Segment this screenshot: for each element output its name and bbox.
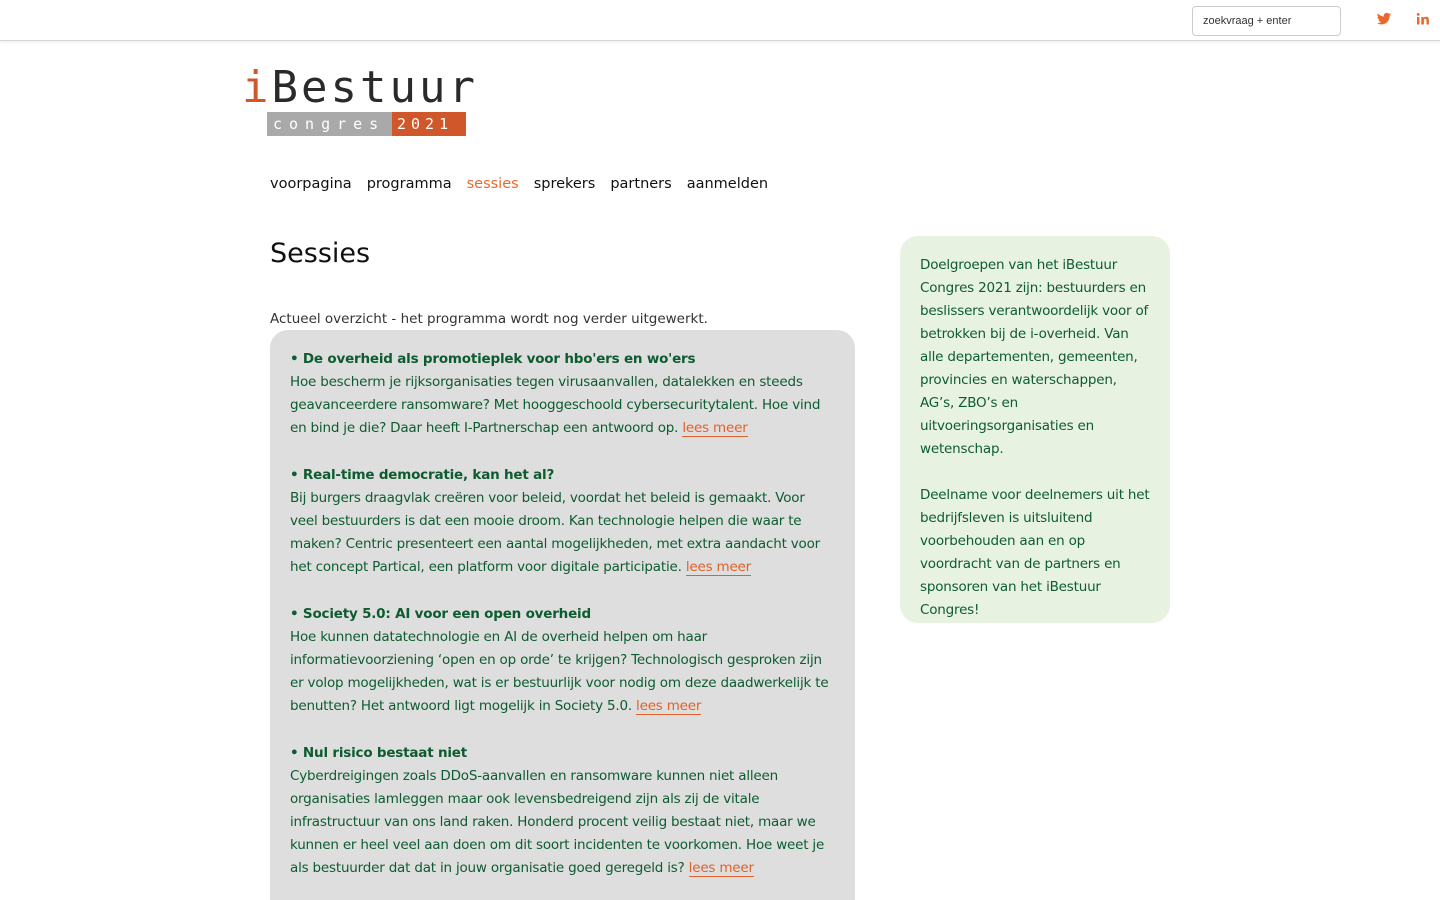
nav-item-voorpagina[interactable]: voorpagina	[270, 172, 352, 196]
nav-item-sprekers[interactable]: sprekers	[534, 172, 596, 196]
twitter-icon[interactable]	[1376, 11, 1392, 27]
logo-congres: congres	[267, 112, 392, 136]
session-item: • Society 5.0: AI voor een open overheid…	[290, 603, 835, 718]
nav-item-programma[interactable]: programma	[367, 172, 452, 196]
session-body: Hoe kunnen datatechnologie en AI de over…	[290, 626, 835, 718]
lees-meer-link[interactable]: lees meer	[636, 698, 701, 715]
session-title: • Real-time democratie, kan het al?	[290, 467, 555, 483]
lees-meer-link[interactable]: lees meer	[688, 860, 754, 877]
logo-year: 2021	[392, 112, 466, 136]
session-body: Hoe bescherm je rijksorganisaties tegen …	[290, 371, 835, 440]
session-item: • De overheid als promotieplek voor hbo'…	[290, 348, 835, 440]
session-body: Cyberdreigingen zoals DDoS-aanvallen en …	[290, 765, 835, 880]
audience-paragraph: Doelgroepen van het iBestuur Congres 202…	[920, 257, 1149, 457]
main-nav: voorpagina programma sessies sprekers pa…	[270, 172, 768, 196]
intro-text: Actueel overzicht - het programma wordt …	[270, 311, 708, 327]
top-bar	[0, 0, 1440, 41]
lees-meer-link[interactable]: lees meer	[682, 420, 748, 437]
session-item: • Real-time democratie, kan het al? Bij …	[290, 464, 835, 579]
nav-item-partners[interactable]: partners	[610, 172, 671, 196]
session-title: • Society 5.0: AI voor een open overheid	[290, 606, 591, 622]
nav-item-aanmelden[interactable]: aanmelden	[687, 172, 768, 196]
session-item: • Nul risico bestaat niet Cyberdreiginge…	[290, 742, 835, 880]
logo-wordmark: iBestuur	[242, 64, 478, 112]
sessions-list: • De overheid als promotieplek voor hbo'…	[270, 330, 855, 900]
session-title: • De overheid als promotieplek voor hbo'…	[290, 351, 696, 367]
search-input[interactable]	[1192, 6, 1341, 36]
session-body: Bij burgers draagvlak creëren voor belei…	[290, 487, 835, 579]
page-title: Sessies	[270, 238, 371, 269]
logo-i: i	[242, 62, 272, 113]
session-description: Hoe kunnen datatechnologie en AI de over…	[290, 629, 829, 714]
nav-item-sessies[interactable]: sessies	[467, 172, 519, 196]
participation-paragraph: Deelname voor deelnemers uit het bedrijf…	[920, 487, 1150, 618]
ibestuur-congres-logo[interactable]: iBestuur congres 2021	[242, 64, 475, 138]
logo-word: Bestuur	[271, 62, 478, 113]
linkedin-icon[interactable]	[1415, 11, 1431, 27]
session-title: • Nul risico bestaat niet	[290, 745, 468, 761]
logo-band: congres 2021	[267, 112, 466, 136]
lees-meer-link[interactable]: lees meer	[685, 559, 751, 576]
audience-info-box: Doelgroepen van het iBestuur Congres 202…	[900, 236, 1170, 623]
